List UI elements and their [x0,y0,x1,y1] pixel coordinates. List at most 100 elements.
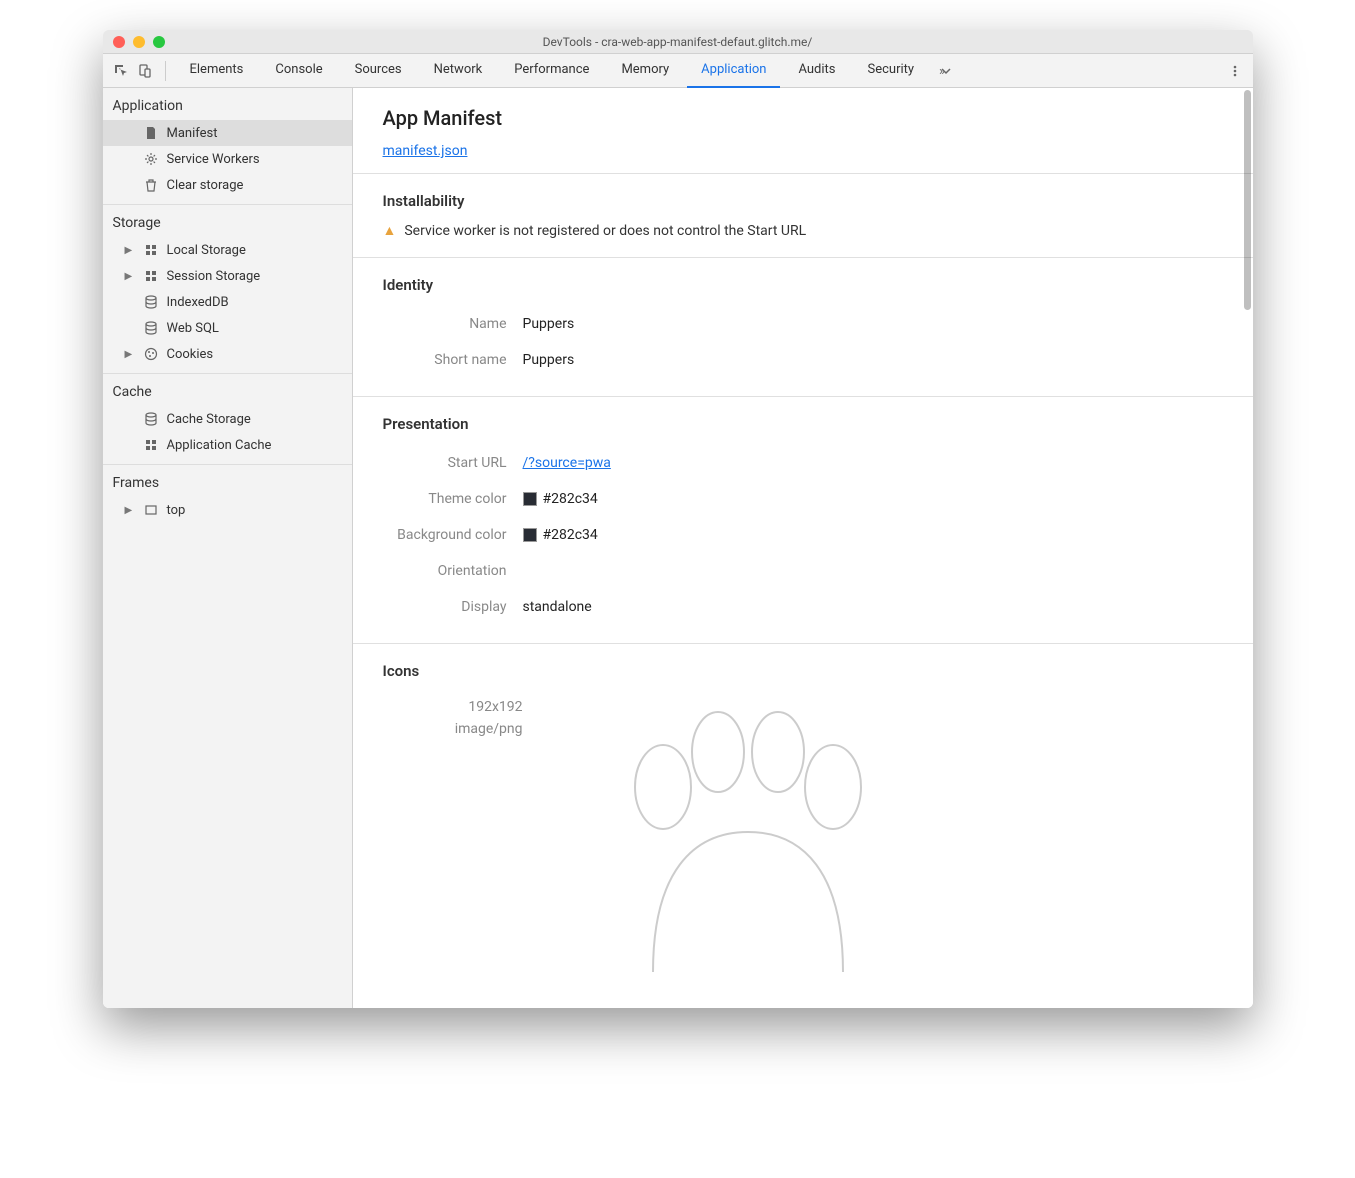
sidebar-item-label: Service Workers [167,152,260,167]
kv-label: Background color [383,527,523,543]
presentation-theme-color-row: Theme color #282c34 [383,481,1223,517]
tab-elements[interactable]: Elements [176,54,258,88]
presentation-display-row: Display standalone [383,589,1223,625]
gear-icon [143,151,159,167]
sidebar-item-label: Session Storage [167,269,261,284]
manifest-link[interactable]: manifest.json [383,143,468,159]
sidebar-item-application-cache[interactable]: Application Cache [103,432,352,458]
sidebar-group-storage: Storage ▶ Local Storage ▶ Session Storag… [103,205,352,374]
close-window-button[interactable] [113,36,125,48]
tab-console[interactable]: Console [261,54,336,88]
sidebar-header-cache: Cache [103,374,352,406]
theme-color-text: #282c34 [543,491,598,507]
sidebar-item-cookies[interactable]: ▶ Cookies [103,341,352,367]
kebab-menu-icon[interactable] [1225,61,1245,81]
window-titlebar: DevTools - cra-web-app-manifest-defaut.g… [103,30,1253,54]
zoom-window-button[interactable] [153,36,165,48]
panel-title-identity: Identity [383,276,1223,294]
sidebar-item-label: Clear storage [167,178,244,193]
grid-icon [143,437,159,453]
tab-memory[interactable]: Memory [607,54,683,88]
panel-title-installability: Installability [383,192,1223,210]
panel-title-icons: Icons [383,662,1223,680]
warning-text: Service worker is not registered or does… [404,223,806,239]
database-icon [143,411,159,427]
icons-body: 192x192 image/png [383,692,1223,972]
content-area: Application Manifest Service Workers Cle… [103,88,1253,1008]
frame-icon [143,502,159,518]
tabs-overflow-icon[interactable]: » [936,61,956,81]
chevron-right-icon: ▶ [125,505,135,516]
divider [165,61,166,81]
tab-network[interactable]: Network [420,54,497,88]
devtools-window: DevTools - cra-web-app-manifest-defaut.g… [103,30,1253,1008]
sidebar-item-label: Cache Storage [167,412,251,427]
trash-icon [143,177,159,193]
kv-label: Short name [383,352,523,368]
kv-value: Puppers [523,352,575,368]
application-sidebar: Application Manifest Service Workers Cle… [103,88,353,1008]
sidebar-item-web-sql[interactable]: Web SQL [103,315,352,341]
icon-mime-text: image/png [383,718,523,740]
sidebar-item-label: Cookies [167,347,214,362]
identity-name-row: Name Puppers [383,306,1223,342]
kv-label: Theme color [383,491,523,507]
sidebar-group-frames: Frames ▶ top [103,465,352,529]
kv-value: Puppers [523,316,575,332]
chevron-right-icon: ▶ [125,271,135,282]
icons-meta: 192x192 image/png [383,692,523,972]
tab-application[interactable]: Application [687,54,780,88]
sidebar-item-label: top [167,503,186,518]
installability-warning: ▲ Service worker is not registered or do… [383,222,1223,239]
presentation-start-url-row: Start URL /?source=pwa [383,445,1223,481]
presentation-panel: Presentation Start URL /?source=pwa Them… [353,396,1253,643]
scrollbar-thumb[interactable] [1244,90,1251,310]
sidebar-item-indexeddb[interactable]: IndexedDB [103,289,352,315]
identity-panel: Identity Name Puppers Short name Puppers [353,257,1253,396]
page-title: App Manifest [383,106,1223,130]
sidebar-item-cache-storage[interactable]: Cache Storage [103,406,352,432]
sidebar-group-application: Application Manifest Service Workers Cle… [103,88,352,205]
inspect-element-icon[interactable] [111,61,131,81]
sidebar-item-clear-storage[interactable]: Clear storage [103,172,352,198]
background-color-text: #282c34 [543,527,598,543]
tab-audits[interactable]: Audits [784,54,849,88]
kv-label: Name [383,316,523,332]
icon-size-text: 192x192 [383,696,523,718]
document-icon [143,125,159,141]
identity-short-name-row: Short name Puppers [383,342,1223,378]
sidebar-item-local-storage[interactable]: ▶ Local Storage [103,237,352,263]
sidebar-item-service-workers[interactable]: Service Workers [103,146,352,172]
svg-text:»: » [939,64,945,78]
background-color-swatch [523,528,537,542]
cookie-icon [143,346,159,362]
tab-security[interactable]: Security [854,54,929,88]
tab-sources[interactable]: Sources [341,54,416,88]
sidebar-item-label: Web SQL [167,321,219,336]
sidebar-header-frames: Frames [103,465,352,497]
sidebar-item-session-storage[interactable]: ▶ Session Storage [103,263,352,289]
minimize-window-button[interactable] [133,36,145,48]
chevron-right-icon: ▶ [125,349,135,360]
device-toggle-icon[interactable] [135,61,155,81]
start-url-link[interactable]: /?source=pwa [523,455,611,471]
kv-value: standalone [523,599,592,615]
theme-color-swatch [523,492,537,506]
presentation-orientation-row: Orientation [383,553,1223,589]
kv-value: #282c34 [523,491,598,507]
kv-label: Display [383,599,523,615]
sidebar-item-manifest[interactable]: Manifest [103,120,352,146]
tab-performance[interactable]: Performance [500,54,603,88]
database-icon [143,294,159,310]
icons-panel: Icons 192x192 image/png [353,643,1253,990]
manifest-icon-image [553,692,933,972]
sidebar-group-cache: Cache Cache Storage Application Cache [103,374,352,465]
chevron-right-icon: ▶ [125,245,135,256]
warning-icon: ▲ [383,222,397,239]
kv-value: #282c34 [523,527,598,543]
sidebar-item-label: Local Storage [167,243,246,258]
sidebar-header-storage: Storage [103,205,352,237]
kv-label: Orientation [383,563,523,579]
sidebar-item-top-frame[interactable]: ▶ top [103,497,352,523]
kv-label: Start URL [383,455,523,471]
